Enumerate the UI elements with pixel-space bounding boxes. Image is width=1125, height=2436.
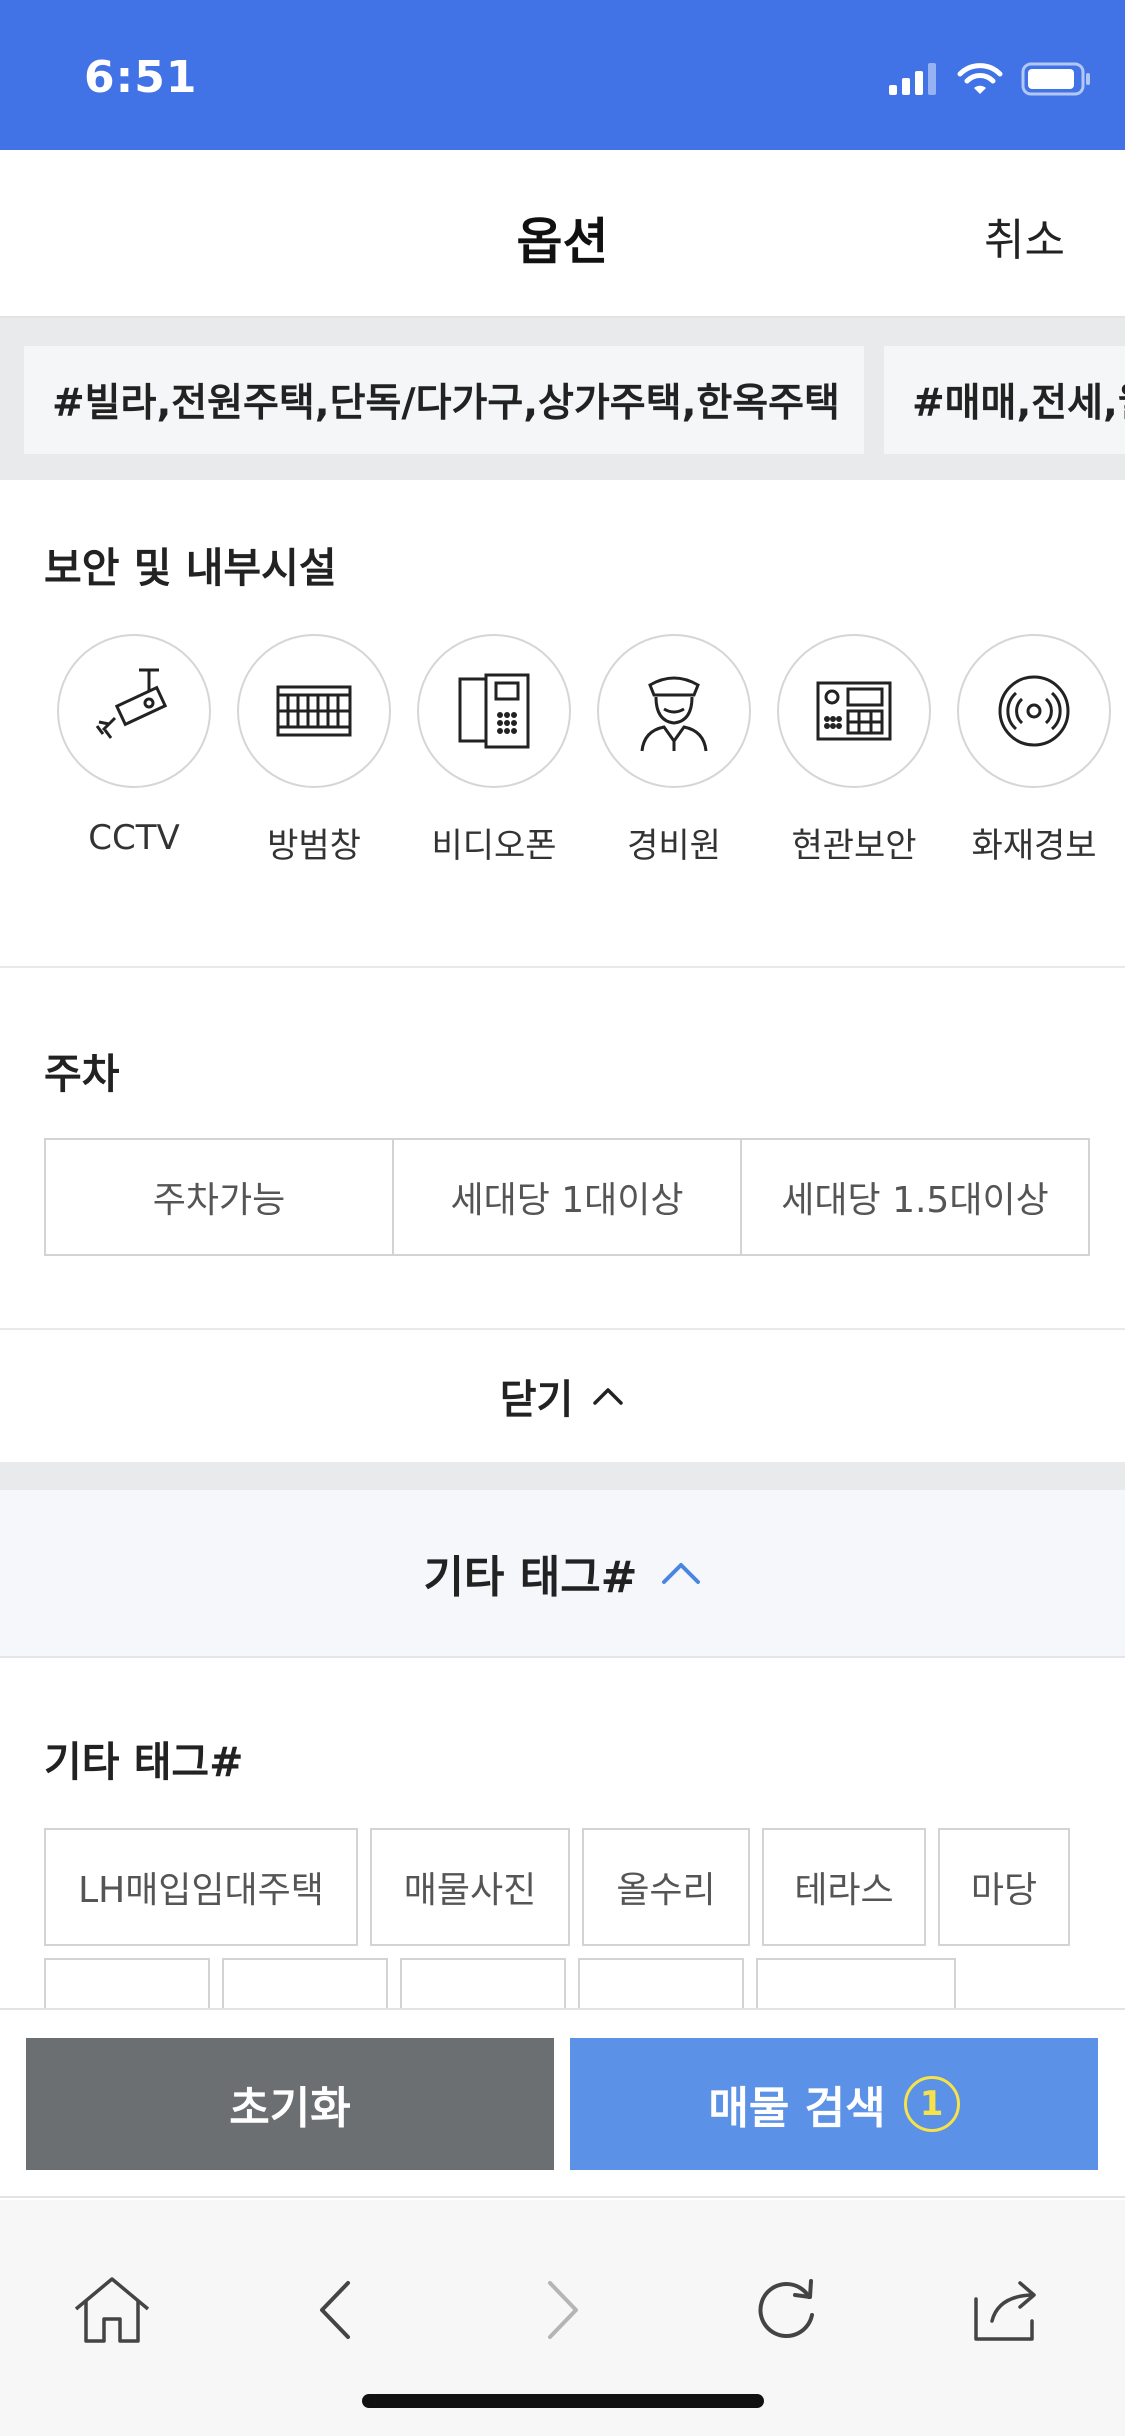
etc-tags-toggle-label: 기타 태그# [423, 1552, 638, 1603]
battery-icon [1021, 62, 1090, 96]
action-bar: 초기화 매물 검색 1 [0, 2008, 1125, 2198]
signal-icon [889, 63, 936, 95]
wifi-icon [957, 63, 1003, 94]
video-phone-icon [458, 673, 530, 749]
share-icon [974, 2281, 1036, 2341]
status-icons [889, 62, 1091, 96]
option-label: CCTV [88, 818, 180, 858]
chevron-up-icon [661, 1563, 700, 1584]
option-video-phone[interactable]: 비디오폰 [404, 634, 584, 867]
parking-option-available[interactable]: 주차가능 [46, 1140, 394, 1254]
filter-chip-property-type[interactable]: #빌라,전원주택,단독/다가구,상가주택,한옥주택 [24, 346, 864, 454]
option-cctv[interactable]: CCTV [44, 634, 224, 858]
back-button[interactable] [286, 2260, 386, 2360]
filter-chip-deal-type[interactable]: #매매,전세,월세 [884, 346, 1125, 454]
share-button[interactable] [960, 2260, 1060, 2360]
entrance-lock-icon [816, 681, 892, 741]
reset-button[interactable]: 초기화 [26, 2038, 554, 2170]
forward-button[interactable] [512, 2260, 612, 2360]
forward-icon [548, 2281, 578, 2339]
search-button-label: 매물 검색 [708, 2083, 886, 2134]
window-grille-icon [276, 685, 352, 737]
home-button[interactable] [62, 2260, 162, 2360]
header: 옵션 취소 [0, 150, 1125, 318]
parking-section-title: 주차 [44, 1050, 120, 1098]
etc-tag-photos[interactable]: 매물사진 [370, 1828, 570, 1946]
close-button[interactable]: 닫기 [0, 1330, 1125, 1462]
search-listings-button[interactable]: 매물 검색 1 [570, 2038, 1098, 2170]
etc-tags-title: 기타 태그# [44, 1738, 244, 1786]
etc-tag-lh[interactable]: LH매입임대주택 [44, 1828, 358, 1946]
parking-option-1-5-per-unit[interactable]: 세대당 1.5대이상 [742, 1140, 1088, 1254]
security-section-title: 보안 및 내부시설 [44, 544, 337, 592]
home-indicator [362, 2394, 764, 2408]
etc-tag-renovated[interactable]: 올수리 [582, 1828, 750, 1946]
cctv-icon [95, 668, 168, 739]
option-label: 화재경보 [971, 826, 1097, 866]
fire-alarm-icon [998, 675, 1070, 747]
option-fire-alarm[interactable]: 화재경보 [944, 634, 1124, 867]
home-icon [74, 2277, 150, 2343]
status-bar: 6:51 [0, 0, 1125, 150]
option-label: 현관보안 [791, 826, 917, 866]
back-icon [320, 2281, 350, 2339]
option-label: 경비원 [627, 826, 721, 866]
page-title: 옵션 [516, 213, 609, 271]
option-label: 방범창 [267, 826, 361, 866]
etc-tag-terrace[interactable]: 테라스 [762, 1828, 926, 1946]
selected-filter-strip[interactable]: #빌라,전원주택,단독/다가구,상가주택,한옥주택 #매매,전세,월세 [0, 318, 1125, 480]
option-window-grille[interactable]: 방범창 [224, 634, 404, 867]
divider [0, 966, 1125, 968]
cancel-button[interactable]: 취소 [984, 204, 1065, 268]
close-label: 닫기 [499, 1377, 574, 1423]
status-time: 6:51 [84, 52, 198, 103]
option-security-guard[interactable]: 경비원 [584, 634, 764, 867]
reload-icon [758, 2279, 814, 2338]
parking-options: 주차가능 세대당 1대이상 세대당 1.5대이상 [44, 1138, 1090, 1256]
reload-button[interactable] [736, 2260, 836, 2360]
option-label: 비디오폰 [431, 826, 557, 866]
section-separator [0, 1462, 1125, 1490]
option-entrance-lock[interactable]: 현관보안 [764, 634, 944, 867]
result-count-badge: 1 [903, 2076, 960, 2132]
security-guard-icon [640, 676, 708, 752]
etc-tags-toggle[interactable]: 기타 태그# [0, 1490, 1125, 1658]
chevron-up-icon [593, 1388, 624, 1405]
parking-option-1-per-unit[interactable]: 세대당 1대이상 [394, 1140, 742, 1254]
etc-tag-yard[interactable]: 마당 [938, 1828, 1070, 1946]
